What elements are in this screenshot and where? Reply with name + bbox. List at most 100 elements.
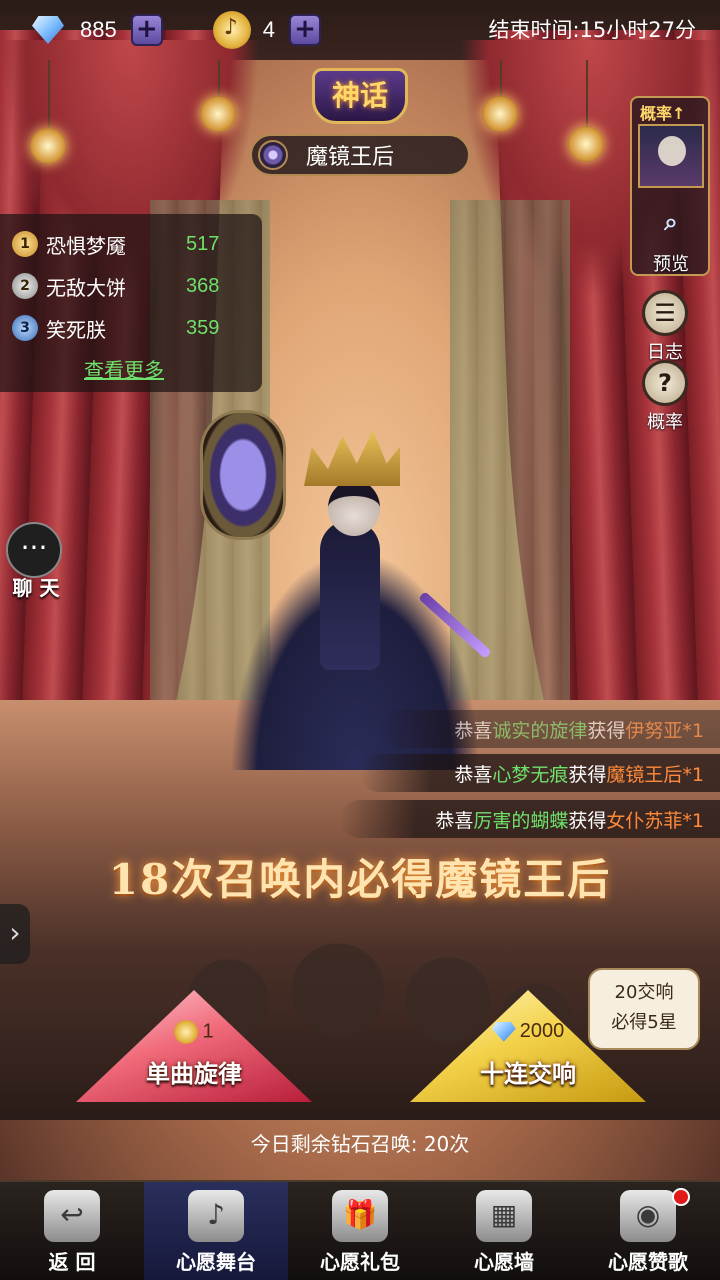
single-summon-cost: 1 bbox=[76, 1020, 312, 1044]
ranking-row: 3 笑死朕 359 bbox=[12, 310, 252, 346]
rank-player-name: 无敌大饼 bbox=[46, 275, 126, 300]
announcement-row: 恭喜 心梦无痕 获得 魔镜王后*1 bbox=[360, 754, 720, 792]
ranking-row: 2 无敌大饼 368 bbox=[12, 268, 252, 304]
queen-body bbox=[320, 520, 380, 670]
gem-count: 885 bbox=[80, 17, 117, 42]
announce-prefix: 恭喜 bbox=[454, 719, 493, 742]
single-summon-button[interactable]: 1 单曲旋律 bbox=[76, 990, 312, 1102]
announce-item: 魔镜王后*1 bbox=[606, 763, 704, 786]
queen-head bbox=[328, 480, 380, 536]
lantern-chain bbox=[218, 60, 220, 100]
question-icon: ? bbox=[642, 360, 688, 406]
ten-cost-value: 2000 bbox=[519, 1020, 565, 1042]
chat-button[interactable]: ··· 聊 天 bbox=[6, 522, 66, 601]
badge-line-1: 20交响 bbox=[614, 982, 674, 1003]
announce-mid: 获得 bbox=[568, 809, 607, 832]
ten-summon-label: 十连交响 bbox=[480, 1060, 576, 1088]
guarantee-banner: 18次召唤内必得魔镜王后 bbox=[108, 855, 612, 904]
note-currency: 4 + bbox=[163, 0, 321, 60]
probability-label: 概率 bbox=[647, 412, 683, 433]
single-cost-value: 1 bbox=[202, 1020, 214, 1043]
nav-wish-stage[interactable]: ♪ 心愿舞台 bbox=[144, 1182, 288, 1280]
crown-icon bbox=[304, 430, 400, 486]
diamond-icon bbox=[28, 12, 68, 48]
rank-score: 368 bbox=[186, 274, 220, 297]
lantern-icon bbox=[30, 128, 66, 164]
vinyl-record-icon: ◉ bbox=[620, 1190, 676, 1242]
rank-player-name: 恐惧梦魇 bbox=[46, 233, 126, 258]
announcement-row: 恭喜 诚实的旋律 获得 伊努亚*1 bbox=[380, 710, 720, 748]
nav-wish-anthem[interactable]: ◉ 心愿赞歌 bbox=[576, 1182, 720, 1280]
announce-user: 诚实的旋律 bbox=[492, 719, 588, 742]
lantern-chain bbox=[48, 60, 50, 130]
five-star-guarantee-badge: 20交响 必得5星 bbox=[588, 968, 700, 1050]
music-coin-icon bbox=[212, 11, 251, 49]
music-coin-icon bbox=[174, 1020, 199, 1044]
expand-arrow-icon[interactable]: › bbox=[0, 904, 30, 964]
lantern-icon bbox=[482, 96, 518, 132]
rank-medal-gold-icon: 1 bbox=[12, 231, 38, 257]
nav-back[interactable]: ↩ 返 回 bbox=[0, 1182, 144, 1280]
notification-dot bbox=[672, 1188, 690, 1206]
hero-name-plate[interactable]: 魔镜王后 bbox=[250, 134, 470, 176]
badge-line-2: 必得5星 bbox=[611, 1012, 677, 1033]
rarity-plate: 神话 bbox=[312, 68, 408, 124]
hero-portrait bbox=[638, 124, 704, 188]
view-more-link[interactable]: 查看更多 bbox=[84, 354, 164, 383]
add-gems-button[interactable]: + bbox=[130, 14, 163, 46]
nav-wish-wall-label: 心愿墙 bbox=[474, 1250, 534, 1274]
nav-wish-anthem-label: 心愿赞歌 bbox=[608, 1250, 688, 1274]
scroll-icon: ☰ bbox=[642, 290, 688, 336]
gem-currency: 885 + bbox=[0, 0, 163, 60]
diamond-icon bbox=[491, 1021, 516, 1042]
lantern-chain bbox=[586, 60, 588, 130]
announce-user: 厉害的蝴蝶 bbox=[473, 809, 569, 832]
lantern-chain bbox=[500, 60, 502, 100]
hero-name: 魔镜王后 bbox=[306, 145, 395, 170]
event-end-time: 结束时间:15小时27分 bbox=[488, 18, 696, 42]
log-button[interactable]: ☰ 日志 bbox=[630, 290, 700, 364]
announce-prefix: 恭喜 bbox=[454, 763, 493, 786]
note-count: 4 bbox=[262, 17, 275, 42]
announce-prefix: 恭喜 bbox=[435, 809, 474, 832]
rank-medal-silver-icon: 2 bbox=[12, 273, 38, 299]
chat-label: 聊 天 bbox=[12, 576, 60, 600]
music-note-icon: ♪ bbox=[188, 1190, 244, 1242]
rank-score: 359 bbox=[186, 316, 220, 339]
nav-wish-wall[interactable]: ▦ 心愿墙 bbox=[432, 1182, 576, 1280]
back-arrow-icon: ↩ bbox=[44, 1190, 100, 1242]
card-stack-icon: ▦ bbox=[476, 1190, 532, 1242]
announce-item: 女仆苏菲*1 bbox=[606, 809, 704, 832]
rank-score: 517 bbox=[186, 232, 220, 255]
rank-player-name: 笑死朕 bbox=[46, 317, 106, 342]
announce-mid: 获得 bbox=[587, 719, 626, 742]
nav-back-label: 返 回 bbox=[48, 1250, 96, 1274]
ranking-row: 1 恐惧梦魇 517 bbox=[12, 226, 252, 262]
eye-icon bbox=[258, 140, 288, 170]
top-bar: 885 + 4 + 结束时间:15小时27分 bbox=[0, 0, 720, 60]
nav-wish-pack-label: 心愿礼包 bbox=[320, 1250, 400, 1274]
lantern-icon bbox=[200, 96, 236, 132]
single-summon-label: 单曲旋律 bbox=[146, 1060, 242, 1088]
probability-button[interactable]: ? 概率 bbox=[630, 360, 700, 434]
nav-wish-pack[interactable]: 🎁 心愿礼包 bbox=[288, 1182, 432, 1280]
magnifier-icon: ⌕ bbox=[664, 208, 678, 236]
rate-up-label: 概率↑ bbox=[640, 104, 686, 123]
magic-mirror bbox=[200, 410, 286, 540]
remaining-summons: 今日剩余钻石召唤: 20次 bbox=[250, 1132, 470, 1156]
bottom-nav: ↩ 返 回 ♪ 心愿舞台 🎁 心愿礼包 ▦ 心愿墙 ◉ 心愿赞歌 bbox=[0, 1180, 720, 1280]
lantern-icon bbox=[568, 126, 604, 162]
announce-item: 伊努亚*1 bbox=[625, 719, 704, 742]
nav-wish-stage-label: 心愿舞台 bbox=[176, 1250, 256, 1274]
announce-user: 心梦无痕 bbox=[492, 763, 569, 786]
rank-medal-bronze-icon: 3 bbox=[12, 315, 38, 341]
preview-button[interactable]: ⌕ 预览 bbox=[636, 202, 706, 276]
preview-label: 预览 bbox=[653, 254, 689, 275]
rarity-label: 神话 bbox=[331, 79, 388, 112]
add-notes-button[interactable]: + bbox=[288, 14, 321, 46]
announcement-row: 恭喜 厉害的蝴蝶 获得 女仆苏菲*1 bbox=[340, 800, 720, 838]
gift-icon: 🎁 bbox=[332, 1190, 388, 1242]
announce-mid: 获得 bbox=[568, 763, 607, 786]
chat-bubble-icon: ··· bbox=[6, 522, 62, 578]
rate-up-card[interactable]: 概率↑ ⌕ 预览 bbox=[630, 96, 710, 276]
